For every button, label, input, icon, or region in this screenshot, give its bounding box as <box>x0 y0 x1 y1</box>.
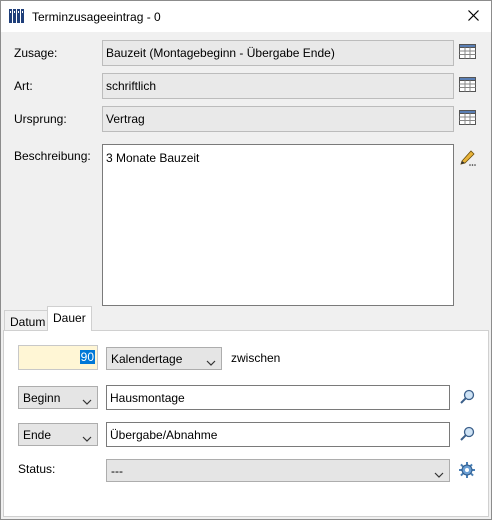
art-label: Art: <box>14 79 33 93</box>
duration-amount-input[interactable]: 90 <box>18 345 98 370</box>
zusage-label: Zusage: <box>14 46 58 60</box>
beschreibung-textarea[interactable]: 3 Monate Bauzeit <box>102 144 454 306</box>
ursprung-label: Ursprung: <box>14 112 67 126</box>
tab-dauer[interactable]: Dauer <box>47 306 92 331</box>
chevron-down-icon <box>206 355 216 369</box>
art-field[interactable]: schriftlich <box>102 73 454 99</box>
status-select[interactable]: --- <box>106 459 450 482</box>
end-mode-value: Ende <box>23 428 52 442</box>
window-title: Terminzusageeintrag - 0 <box>32 10 161 24</box>
between-label: zwischen <box>231 351 281 365</box>
tab-datum[interactable]: Datum <box>4 310 52 330</box>
close-button[interactable] <box>456 1 491 32</box>
building-icon <box>9 9 25 23</box>
duration-amount-value: 90 <box>79 350 95 364</box>
beschreibung-label: Beschreibung: <box>14 149 91 163</box>
gear-icon[interactable] <box>458 461 476 479</box>
end-mode-select[interactable]: Ende <box>18 423 98 446</box>
table-icon[interactable] <box>459 110 477 128</box>
duration-unit-value: Kalendertage <box>111 352 183 366</box>
ursprung-field[interactable]: Vertrag <box>102 106 454 132</box>
table-icon[interactable] <box>459 44 477 62</box>
status-value: --- <box>111 464 123 478</box>
chevron-down-icon <box>434 467 444 481</box>
chevron-down-icon <box>82 431 92 445</box>
end-event-field[interactable]: Übergabe/Abnahme <box>106 422 450 447</box>
pencil-icon[interactable] <box>459 148 477 166</box>
start-mode-value: Beginn <box>23 391 61 405</box>
start-mode-select[interactable]: Beginn <box>18 386 98 409</box>
chevron-down-icon <box>82 394 92 408</box>
title-bar: Terminzusageeintrag - 0 <box>1 1 491 32</box>
start-event-field[interactable]: Hausmontage <box>106 385 450 410</box>
table-icon[interactable] <box>459 77 477 95</box>
status-label: Status: <box>18 462 56 476</box>
duration-unit-select[interactable]: Kalendertage <box>106 347 222 370</box>
close-icon <box>468 9 479 24</box>
zusage-field[interactable]: Bauzeit (Montagebeginn - Übergabe Ende) <box>102 40 454 66</box>
dialog-window: Terminzusageeintrag - 0 Zusage: Bauzeit … <box>0 0 492 520</box>
magnifier-icon[interactable] <box>459 389 477 407</box>
magnifier-icon[interactable] <box>459 426 477 444</box>
